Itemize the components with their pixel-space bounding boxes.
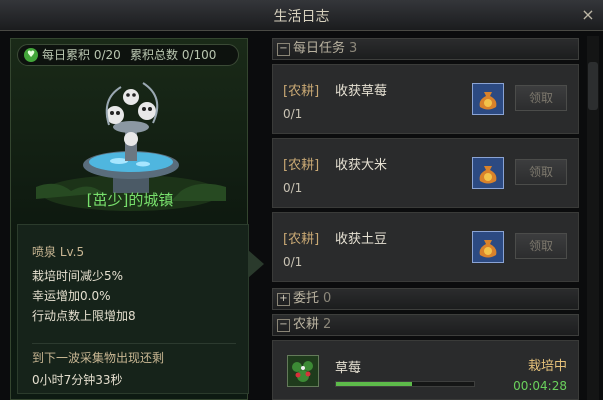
divider	[32, 343, 236, 344]
task-progress: 0/1	[283, 181, 303, 195]
window-title: 生活日志	[273, 9, 330, 25]
section-daily-tasks[interactable]: − 每日任务 3	[272, 38, 579, 60]
task-progress: 0/1	[283, 255, 303, 269]
task-name: 收获草莓	[335, 84, 388, 99]
crop-card: 草莓 栽培中 00:04:28	[272, 340, 579, 400]
building-info: 喷泉 Lv.5 栽培时间减少5% 幸运增加0.0% 行动点数上限增加8 到下一波…	[17, 224, 249, 394]
chevron-right-icon	[248, 250, 264, 278]
task-card: [农耕] 收获土豆 0/1 领取	[272, 212, 579, 282]
task-card: [农耕] 收获草莓 0/1 领取	[272, 64, 579, 134]
collapse-icon[interactable]: −	[277, 43, 290, 56]
section-count: 0	[323, 291, 332, 306]
title-bar: 生活日志 ×	[0, 0, 603, 31]
total-accumulated: 累积总数 0/100	[130, 48, 217, 62]
collapse-icon[interactable]: −	[277, 319, 290, 332]
respawn-countdown: 0小时7分钟33秒	[32, 373, 123, 387]
heart-icon: ♥	[24, 48, 38, 62]
bonus-action-points: 行动点数上限增加8	[32, 309, 136, 323]
growth-progress-fill	[336, 382, 412, 386]
section-count: 3	[349, 41, 358, 56]
scrollbar-thumb[interactable]	[588, 62, 598, 110]
section-count: 2	[323, 317, 332, 332]
bonus-cultivation-time: 栽培时间减少5%	[32, 269, 124, 283]
task-name: 收获大米	[335, 158, 388, 173]
gold-pouch-icon[interactable]	[472, 83, 504, 115]
task-progress: 0/1	[283, 107, 303, 121]
growth-progress-bar	[335, 381, 475, 387]
expand-icon[interactable]: +	[277, 293, 290, 306]
section-commission[interactable]: + 委托 0	[272, 288, 579, 310]
section-title: 每日任务	[293, 41, 346, 56]
section-title: 农耕	[293, 317, 320, 332]
gold-pouch-icon[interactable]	[472, 231, 504, 263]
respawn-label: 到下一波采集物出现还剩	[32, 351, 165, 365]
town-panel: ♥ 每日累积 0/20 累积总数 0/100 [茁少]的城镇 喷泉 Lv.5 栽…	[10, 38, 249, 400]
section-farming[interactable]: − 农耕 2	[272, 314, 579, 336]
building-name: 喷泉 Lv.5	[32, 245, 85, 259]
crop-name: 草莓	[335, 361, 362, 376]
town-name: [茁少]的城镇	[86, 191, 174, 209]
task-list: − 每日任务 3 [农耕] 收获草莓 0/1 领取 [农耕] 收获大米 0/1 领…	[272, 36, 583, 400]
close-icon[interactable]: ×	[577, 4, 599, 26]
task-tag: [农耕]	[283, 84, 320, 99]
claim-button[interactable]: 领取	[515, 85, 567, 111]
task-tag: [农耕]	[283, 232, 320, 247]
task-tag: [农耕]	[283, 158, 320, 173]
crop-status: 栽培中	[527, 359, 567, 374]
claim-button[interactable]: 领取	[515, 159, 567, 185]
task-card: [农耕] 收获大米 0/1 领取	[272, 138, 579, 208]
task-name: 收获土豆	[335, 232, 388, 247]
bonus-luck: 幸运增加0.0%	[32, 289, 111, 303]
claim-button[interactable]: 领取	[515, 233, 567, 259]
accumulation-stats: ♥ 每日累积 0/20 累积总数 0/100	[17, 44, 239, 66]
daily-accumulated: 每日累积 0/20	[42, 48, 121, 62]
section-title: 委托	[293, 291, 320, 306]
gold-pouch-icon[interactable]	[472, 157, 504, 189]
crop-timer: 00:04:28	[513, 379, 567, 393]
strawberry-plant-icon	[287, 355, 319, 387]
